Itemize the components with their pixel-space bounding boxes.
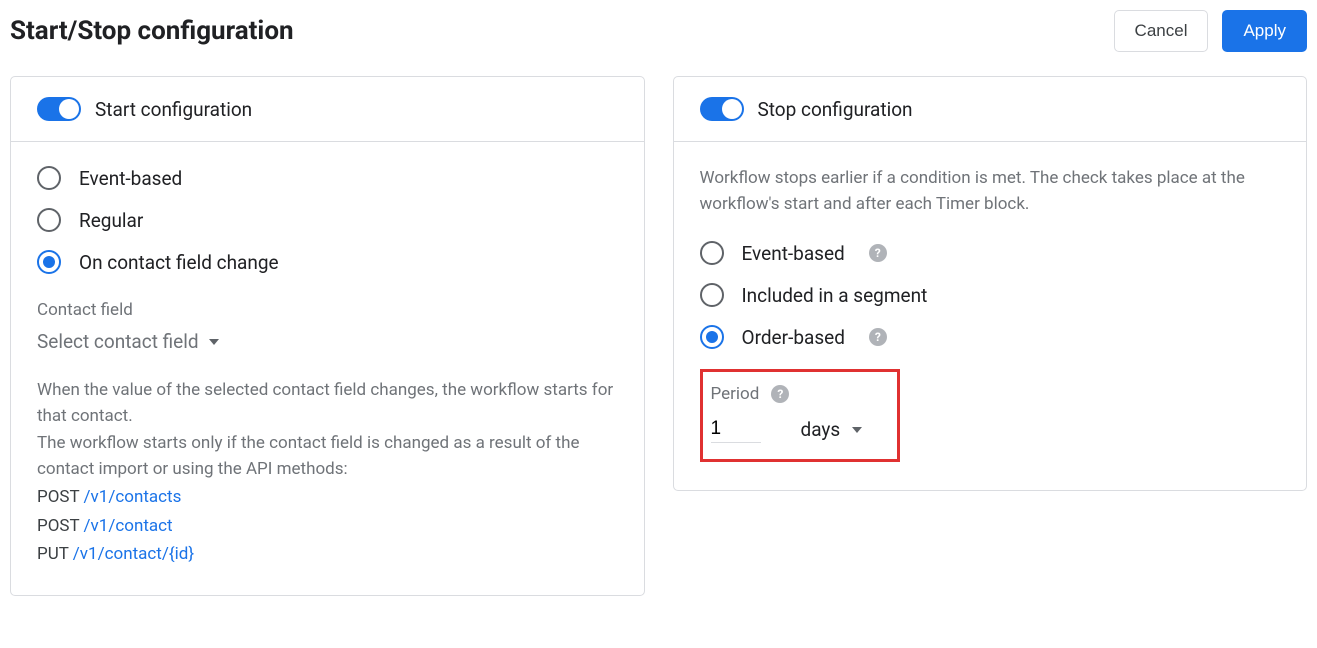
radio-regular[interactable]: Regular	[37, 208, 618, 232]
api-endpoint-line: PUT /v1/contact/{id}	[37, 541, 618, 567]
radio-on-contact-field-change[interactable]: On contact field change	[37, 250, 618, 274]
period-label: Period	[711, 384, 760, 404]
api-endpoint-line: POST /v1/contact	[37, 513, 618, 539]
radio-label: Order-based	[742, 326, 845, 349]
radio-label: Event-based	[79, 167, 182, 190]
contact-field-select[interactable]: Select contact field	[37, 330, 219, 353]
api-path-link[interactable]: /v1/contacts	[84, 487, 182, 507]
period-value-input[interactable]	[711, 416, 761, 443]
api-path-link[interactable]: /v1/contact	[84, 516, 173, 536]
period-unit-value: days	[801, 418, 841, 441]
radio-event-based-stop[interactable]: Event-based ?	[700, 241, 1281, 265]
period-box: Period ? days	[700, 369, 900, 462]
api-path-link[interactable]: /v1/contact/{id}	[73, 544, 194, 564]
contact-field-placeholder: Select contact field	[37, 330, 199, 353]
page-title: Start/Stop configuration	[10, 16, 294, 46]
help-icon[interactable]: ?	[869, 244, 887, 262]
radio-icon	[37, 250, 61, 274]
radio-label: Included in a segment	[742, 284, 928, 307]
stop-config-title: Stop configuration	[758, 98, 913, 121]
radio-label: Regular	[79, 209, 143, 232]
stop-config-panel: Stop configuration Workflow stops earlie…	[673, 76, 1308, 491]
api-method: PUT	[37, 544, 69, 564]
help-text-line1: When the value of the selected contact f…	[37, 377, 618, 430]
stop-config-toggle[interactable]	[700, 97, 744, 121]
radio-event-based-start[interactable]: Event-based	[37, 166, 618, 190]
help-icon[interactable]: ?	[869, 328, 887, 346]
contact-field-label: Contact field	[37, 300, 618, 320]
api-method: POST	[37, 487, 79, 507]
start-config-toggle[interactable]	[37, 97, 81, 121]
api-method: POST	[37, 516, 79, 536]
radio-icon	[37, 208, 61, 232]
help-text-line2: The workflow starts only if the contact …	[37, 430, 618, 483]
radio-label: On contact field change	[79, 251, 279, 274]
radio-icon	[700, 283, 724, 307]
help-icon[interactable]: ?	[771, 385, 789, 403]
radio-icon	[37, 166, 61, 190]
radio-included-in-segment[interactable]: Included in a segment	[700, 283, 1281, 307]
period-unit-select[interactable]: days	[801, 418, 863, 441]
cancel-button[interactable]: Cancel	[1114, 10, 1209, 52]
radio-icon	[700, 325, 724, 349]
chevron-down-icon	[209, 339, 219, 345]
radio-label: Event-based	[742, 242, 845, 265]
apply-button[interactable]: Apply	[1222, 10, 1307, 52]
api-endpoint-line: POST /v1/contacts	[37, 484, 618, 510]
start-config-panel: Start configuration Event-based Regular …	[10, 76, 645, 596]
stop-description: Workflow stops earlier if a condition is…	[700, 166, 1281, 217]
chevron-down-icon	[852, 427, 862, 433]
start-config-title: Start configuration	[95, 98, 252, 121]
radio-icon	[700, 241, 724, 265]
radio-order-based[interactable]: Order-based ?	[700, 325, 1281, 349]
